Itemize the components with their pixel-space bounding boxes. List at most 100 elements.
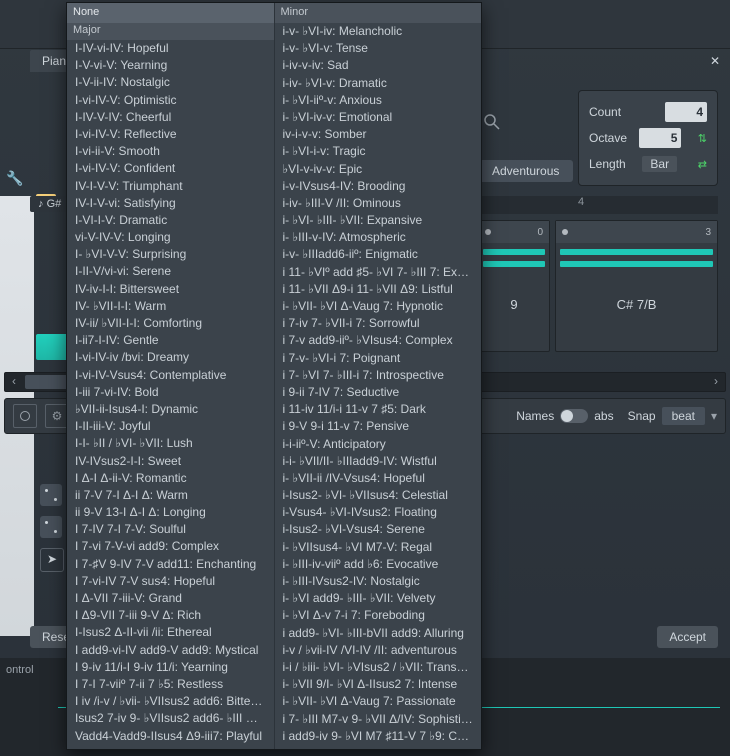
menu-item[interactable]: I-II-V/vi-vi: Serene [67, 263, 274, 280]
menu-item[interactable]: I-IV-V-IV: Cheerful [67, 109, 274, 126]
menu-item[interactable]: i-v- ♭VI-iv: Melancholic [275, 23, 482, 40]
menu-item[interactable]: i-iv- ♭III-V /II: Ominous [275, 195, 482, 212]
menu-item[interactable]: i- ♭VI-iv-v: Emotional [275, 109, 482, 126]
menu-item[interactable]: i- ♭VII- ♭VI Δ-Vaug 7: Passionate [275, 693, 482, 710]
menu-item[interactable]: i- ♭VI add9- ♭III- ♭VII: Velvety [275, 590, 482, 607]
timeline-ruler[interactable] [478, 196, 718, 214]
octave-stepper-icon[interactable]: ⇅ [698, 132, 707, 145]
scroll-right-icon[interactable]: › [707, 373, 725, 391]
dice-icon[interactable] [40, 516, 62, 538]
menu-item[interactable]: I-IV-vi-IV: Hopeful [67, 40, 274, 57]
menu-item[interactable]: I Δ-I Δ-ii-V: Romantic [67, 470, 274, 487]
menu-item[interactable]: i-i / ♭iii- ♭VI- ♭VIsus2 / ♭VII: Transce… [275, 659, 482, 676]
menu-item[interactable]: i- ♭III-IVsus2-IV: Nostalgic [275, 573, 482, 590]
menu-item[interactable]: I-vi-IV-Vsus4: Contemplative [67, 367, 274, 384]
snap-select[interactable]: beat [662, 407, 705, 425]
chevron-down-icon[interactable]: ▾ [711, 409, 717, 423]
menu-item[interactable]: ii 9-V 13-I Δ-I Δ: Longing [67, 504, 274, 521]
menu-item[interactable]: I- ♭VI-V-V: Surprising [67, 246, 274, 263]
menu-item[interactable]: I-VI-I-V: Dramatic [67, 212, 274, 229]
menu-item[interactable]: i 11- ♭VIº add ♯5- ♭VI 7- ♭III 7: Exotic [275, 264, 482, 281]
menu-item[interactable]: I 7-vi 7-V-vi add9: Complex [67, 538, 274, 555]
menu-item[interactable]: IV-I-V-V: Triumphant [67, 178, 274, 195]
menu-item[interactable]: IV-IVsus2-I-I: Sweet [67, 453, 274, 470]
menu-item[interactable]: Vadd4-Vadd9-IIsus4 Δ9-iii7: Playful [67, 728, 274, 745]
menu-item[interactable]: i- ♭VII 9/I- ♭VI Δ-IIsus2 7: Intense [275, 676, 482, 693]
menu-item[interactable]: i-Isus2- ♭VI- ♭VIIsus4: Celestial [275, 487, 482, 504]
length-stepper-icon[interactable]: ⇄ [698, 158, 707, 171]
search-icon[interactable] [484, 114, 500, 130]
accept-button[interactable]: Accept [657, 626, 718, 648]
menu-item[interactable]: I-II-iii-V: Joyful [67, 418, 274, 435]
menu-item[interactable]: i 7-iv 7- ♭VII-i 7: Sorrowful [275, 315, 482, 332]
menu-item[interactable]: IV- ♭VII-I-I: Warm [67, 298, 274, 315]
menu-item[interactable]: I-vi-ii-V: Smooth [67, 143, 274, 160]
menu-item[interactable]: ♭VII-ii-Isus4-I: Dynamic [67, 401, 274, 418]
chord-slot[interactable]: 0 9 [478, 220, 550, 352]
menu-item[interactable]: i-i- ♭VII/II- ♭IIIadd9-IV: Wistful [275, 453, 482, 470]
menu-item[interactable]: I 7-vi-IV 7-V sus4: Hopeful [67, 573, 274, 590]
send-icon[interactable]: ➤ [40, 548, 64, 572]
dice-icon[interactable] [40, 484, 62, 506]
midi-clip[interactable] [36, 334, 68, 360]
wrench-icon[interactable]: 🔧 [6, 170, 23, 187]
menu-item[interactable]: i- ♭VI- ♭III- ♭VII: Expansive [275, 212, 482, 229]
menu-item[interactable]: I Δ-VII 7-iii-V: Grand [67, 590, 274, 607]
menu-item[interactable]: I iv /i-v / ♭vii- ♭VIIsus2 add6: Bitters… [67, 693, 274, 710]
menu-item[interactable]: i- ♭VI Δ-v 7-i 7: Foreboding [275, 607, 482, 624]
menu-item[interactable]: i add9-iv 9- ♭VI M7 ♯11-V 7 ♭9: Colourfu… [275, 728, 482, 745]
menu-item[interactable]: I-I- ♭II / ♭VI- ♭VII: Lush [67, 435, 274, 452]
close-icon[interactable]: ✕ [706, 52, 724, 70]
menu-item[interactable]: i-i-iiº-V: Anticipatory [275, 436, 482, 453]
menu-item[interactable]: i-v- ♭IIIadd6-iiº: Enigmatic [275, 246, 482, 263]
menu-item[interactable]: i-v-IVsus4-IV: Brooding [275, 178, 482, 195]
menu-item[interactable]: i- ♭III-iv-viiº add ♭6: Evocative [275, 556, 482, 573]
menu-item[interactable]: i 9-ii 7-IV 7: Seductive [275, 384, 482, 401]
menu-item[interactable]: i- ♭VI-i-v: Tragic [275, 143, 482, 160]
menu-item[interactable]: I-vi-IV-V: Confident [67, 160, 274, 177]
chord-slot[interactable]: 3 C# 7/B [555, 220, 718, 352]
menu-item[interactable]: i 9-V 9-i 11-v 7: Pensive [275, 418, 482, 435]
search-button[interactable] [13, 404, 37, 428]
menu-item[interactable]: vi-V-IV-V: Longing [67, 229, 274, 246]
menu-item[interactable]: i-v- ♭VI-v: Tense [275, 40, 482, 57]
count-input[interactable]: 4 [665, 102, 707, 122]
menu-item[interactable]: i- ♭VII-ii /IV-Vsus4: Hopeful [275, 470, 482, 487]
menu-item[interactable]: iv-i-v-v: Somber [275, 126, 482, 143]
menu-item[interactable]: I-iii 7-vi-IV: Bold [67, 384, 274, 401]
menu-item[interactable]: I-ii7-I-IV: Gentle [67, 332, 274, 349]
menu-item[interactable]: i- ♭VII- ♭VI Δ-Vaug 7: Hypnotic [275, 298, 482, 315]
menu-item[interactable]: I 9-iv 11/i-I 9-iv 11/i: Yearning [67, 659, 274, 676]
menu-item[interactable]: i-Isus2- ♭VI-Vsus4: Serene [275, 521, 482, 538]
track-key-label[interactable]: G# [30, 196, 69, 212]
menu-item[interactable]: i- ♭III-v-IV: Atmospheric [275, 229, 482, 246]
octave-input[interactable]: 5 [639, 128, 681, 148]
menu-item[interactable]: IV-iv-I-I: Bittersweet [67, 281, 274, 298]
menu-item[interactable]: i- ♭VI-iiº-v: Anxious [275, 92, 482, 109]
menu-item[interactable]: I add9-vi-IV add9-V add9: Mystical [67, 642, 274, 659]
menu-item[interactable]: I-vi-IV-iv /bvi: Dreamy [67, 349, 274, 366]
length-select[interactable]: Bar [642, 156, 677, 172]
progression-chip[interactable]: Adventurous [478, 160, 573, 182]
menu-item[interactable]: I-Isus2 Δ-II-vii /ii: Ethereal [67, 624, 274, 641]
menu-item[interactable]: Isus2 7-iv 9- ♭VIIsus2 add6- ♭III Δ: Dis… [67, 710, 274, 727]
menu-item[interactable]: I 7-IV 7-I 7-V: Soulful [67, 521, 274, 538]
menu-item[interactable]: i-v / ♭vii-IV /VI-IV /II: adventurous [275, 642, 482, 659]
menu-item[interactable]: i 7- ♭VI 7- ♭III-i 7: Introspective [275, 367, 482, 384]
menu-item[interactable]: ♭VI-v-iv-v: Epic [275, 161, 482, 178]
menu-item[interactable]: IV-ii/ ♭VII-I-I: Comforting [67, 315, 274, 332]
menu-item[interactable]: IV-I-V-vi: Satisfying [67, 195, 274, 212]
menu-item[interactable]: I-vi-IV-V: Reflective [67, 126, 274, 143]
menu-item[interactable]: i 11- ♭VII Δ9-i 11- ♭VII Δ9: Listful [275, 281, 482, 298]
menu-item[interactable]: I Δ9-VII 7-iii 9-V Δ: Rich [67, 607, 274, 624]
menu-item[interactable]: ii 7-V 7-I Δ-I Δ: Warm [67, 487, 274, 504]
menu-item[interactable]: i-iv-v-iv: Sad [275, 57, 482, 74]
scroll-left-icon[interactable]: ‹ [5, 373, 23, 391]
menu-item[interactable]: I-vi-IV-V: Optimistic [67, 92, 274, 109]
menu-item[interactable]: i 11-iv 11/i-i 11-v 7 ♯5: Dark [275, 401, 482, 418]
menu-item[interactable]: i-iv- ♭VI-v: Dramatic [275, 75, 482, 92]
menu-item[interactable]: I-V-vi-V: Yearning [67, 57, 274, 74]
menu-item[interactable]: i 7- ♭III M7-v 9- ♭VII Δ/IV: Sophisticat… [275, 711, 482, 728]
menu-item[interactable]: i- ♭VIIsus4- ♭VI M7-V: Regal [275, 539, 482, 556]
menu-item[interactable]: i add9- ♭VI- ♭III-bVII add9: Alluring [275, 625, 482, 642]
